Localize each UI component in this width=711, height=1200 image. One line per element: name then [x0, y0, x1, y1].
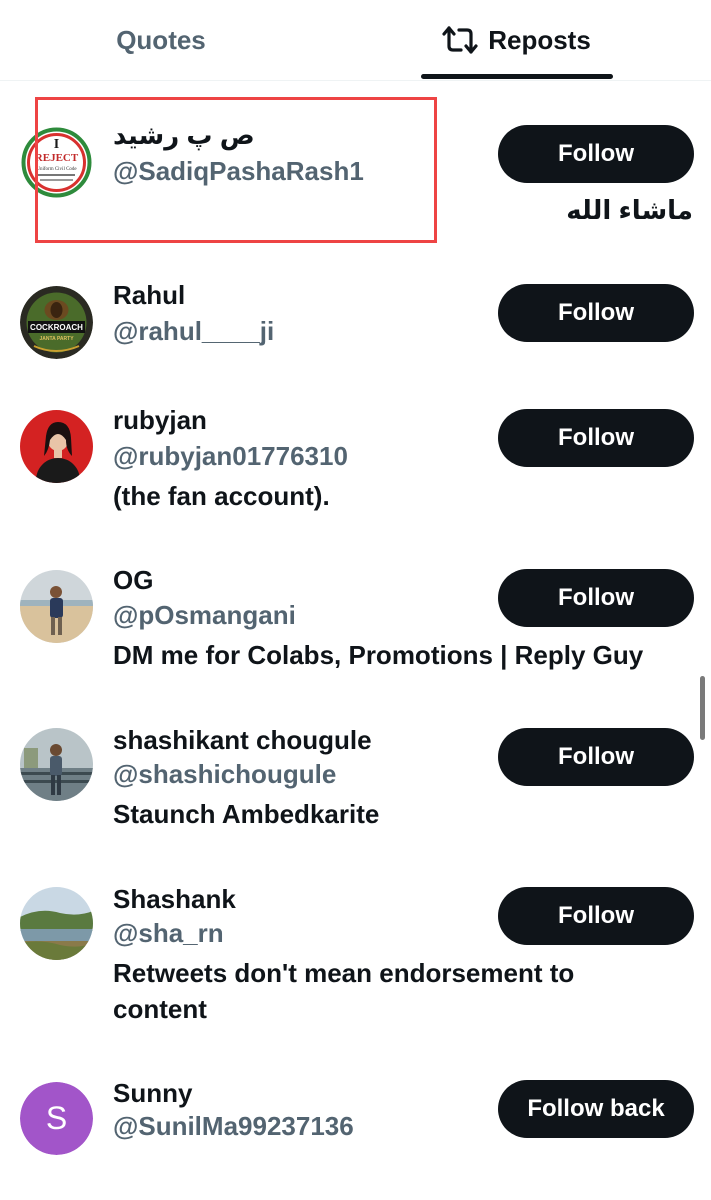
display-name[interactable]: OG [113, 565, 153, 596]
avatar[interactable]: COCKROACH JANTA PARTY [20, 286, 93, 359]
scrollbar[interactable] [700, 676, 705, 740]
follow-button[interactable]: Follow [498, 125, 694, 183]
avatar[interactable] [20, 570, 93, 643]
user-handle[interactable]: @shashichougule [113, 759, 336, 790]
tab-reposts-label: Reposts [488, 24, 591, 55]
tab-quotes[interactable]: Quotes [0, 0, 322, 80]
tab-bar: Quotes Reposts [0, 0, 711, 81]
list-item-user-4[interactable]: OG @pOsmangani DM me for Colabs, Promoti… [0, 555, 711, 705]
active-tab-indicator [421, 74, 613, 79]
list-item-user-6[interactable]: Shashank @sha_rn Retweets don't mean end… [0, 874, 711, 1054]
list-item-user-2[interactable]: COCKROACH JANTA PARTY Rahul @rahul____ji… [0, 270, 711, 390]
avatar[interactable] [20, 410, 93, 483]
follow-button[interactable]: Follow [498, 409, 694, 467]
display-name[interactable]: rubyjan [113, 405, 207, 436]
avatar-letter: S [46, 1100, 67, 1136]
display-name[interactable]: Shashank [113, 884, 236, 915]
user-bio: DM me for Colabs, Promotions | Reply Guy [113, 640, 644, 670]
display-name[interactable]: Sunny [113, 1078, 192, 1109]
user-handle[interactable]: @sha_rn [113, 918, 224, 949]
user-bio: ماشاء الله [566, 195, 693, 225]
highlight-box [35, 97, 437, 243]
avatar[interactable]: S [20, 1082, 93, 1155]
user-handle[interactable]: @pOsmangani [113, 600, 296, 631]
follow-button[interactable]: Follow [498, 728, 694, 786]
user-handle[interactable]: @rubyjan01776310 [113, 441, 348, 472]
user-bio: (the fan account). [113, 481, 330, 511]
user-handle[interactable]: @SunilMa99237136 [113, 1111, 354, 1142]
user-bio: Retweets don't mean endorsement to conte… [113, 958, 575, 1024]
follow-button[interactable]: Follow [498, 569, 694, 627]
avatar-logo-text-1: COCKROACH [30, 323, 83, 332]
follow-button[interactable]: Follow [498, 284, 694, 342]
avatar-logo-text-2: JANTA PARTY [39, 336, 74, 342]
display-name[interactable]: shashikant chougule [113, 725, 372, 756]
user-handle[interactable]: @rahul____ji [113, 316, 274, 347]
list-item-user-5[interactable]: shashikant chougule @shashichougule Stau… [0, 715, 711, 865]
avatar[interactable] [20, 887, 93, 960]
follow-back-button[interactable]: Follow back [498, 1080, 694, 1138]
follow-button[interactable]: Follow [498, 887, 694, 945]
repost-icon [442, 25, 478, 55]
list-item-user-3[interactable]: rubyjan @rubyjan01776310 (the fan accoun… [0, 395, 711, 545]
display-name[interactable]: Rahul [113, 280, 185, 311]
tab-reposts[interactable]: Reposts [420, 0, 613, 80]
user-bio: Staunch Ambedkarite [113, 799, 380, 829]
avatar[interactable] [20, 728, 93, 801]
list-item-user-7[interactable]: S Sunny @SunilMa99237136 Follow back [0, 1068, 711, 1168]
tab-quotes-label: Quotes [116, 24, 206, 55]
